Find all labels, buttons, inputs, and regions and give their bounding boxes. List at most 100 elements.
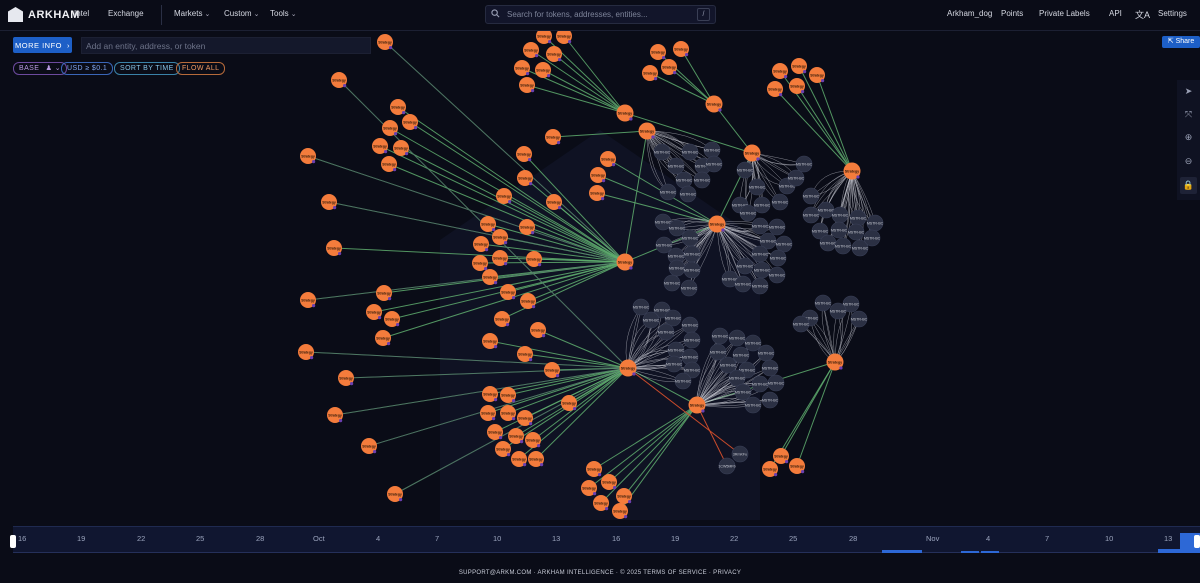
- chain-badge-icon: [333, 206, 337, 210]
- share-button[interactable]: ⇱ Share: [1162, 36, 1200, 48]
- zoom-out-icon[interactable]: ⊖: [1180, 153, 1197, 170]
- nav-private-labels[interactable]: Private Labels: [1039, 9, 1090, 18]
- chain-badge-icon: [548, 40, 552, 44]
- entity-node-label: Strategy: [301, 298, 315, 302]
- entity-node-label: Strategy: [497, 194, 511, 198]
- address-node-label: MSTR-BC: [733, 354, 750, 358]
- lock-icon[interactable]: 🔒: [1180, 177, 1197, 194]
- address-node-label: MSTR-BC: [752, 253, 769, 257]
- inflow-edge: [563, 35, 626, 114]
- timeline-start-handle[interactable]: [10, 535, 16, 548]
- chain-badge-icon: [568, 40, 572, 44]
- address-node-label: MSTR-BC: [851, 318, 868, 322]
- entity-node-label: Strategy: [536, 68, 550, 72]
- entity-node-label: Strategy: [493, 235, 507, 239]
- chain-badge-icon: [508, 200, 512, 204]
- add-entity-input[interactable]: [81, 37, 371, 54]
- base-filter-chip[interactable]: BASE ♟ ⌄: [13, 62, 67, 75]
- address-node-label: MSTR-BC: [633, 306, 650, 310]
- sort-by-time-chip[interactable]: SORT BY TIME: [114, 62, 180, 75]
- timeline-end-handle[interactable]: [1194, 535, 1200, 548]
- address-node-label: MSTR-BC: [737, 265, 754, 269]
- timeline-tick-label: 4: [376, 534, 381, 543]
- fit-icon[interactable]: ⤧: [1180, 106, 1197, 123]
- chain-badge-icon: [785, 460, 789, 464]
- address-node-label: MSTR-BC: [710, 351, 727, 355]
- timeline-tick-label: 22: [137, 534, 146, 543]
- chain-badge-icon: [558, 206, 562, 210]
- entity-node-label: Strategy: [495, 317, 509, 321]
- activity-bar: [882, 550, 922, 553]
- entity-node-label: Strategy: [594, 501, 608, 505]
- nav-settings[interactable]: Settings: [1158, 9, 1187, 18]
- address-node-label: MSTR-BC: [769, 226, 786, 230]
- timeline-tick-label: 28: [849, 534, 858, 543]
- address-node-label: MSTR-BC: [658, 331, 675, 335]
- entity-node-label: Strategy: [473, 261, 487, 265]
- chain-badge-icon: [494, 281, 498, 285]
- more-info-label: MORE INFO: [15, 40, 62, 50]
- entity-node-label: Strategy: [378, 40, 392, 44]
- entity-node-label: Strategy: [373, 144, 387, 148]
- timeline-tick-label: 7: [1045, 534, 1050, 543]
- chain-badge-icon: [388, 297, 392, 301]
- nav-points[interactable]: Points: [1001, 9, 1023, 18]
- address-node-label: MSTR-BC: [684, 269, 701, 273]
- address-node-label: MSTR-BC: [704, 149, 721, 153]
- nav-user-arkham-dog[interactable]: Arkham_dog: [947, 9, 992, 18]
- nav-intel[interactable]: Intel: [74, 9, 89, 18]
- chevron-down-icon: ⌄: [204, 11, 211, 18]
- chain-badge-icon: [839, 366, 843, 370]
- entity-graph-canvas[interactable]: MSTR-BC MSTR-BC MSTR-BC MSTR-BC MSTR-BC MSTR-…: [0, 0, 1200, 583]
- translate-icon[interactable]: 文A: [1135, 8, 1150, 21]
- chain-badge-icon: [531, 89, 535, 93]
- address-node-label: MSTR-BC: [772, 201, 789, 205]
- logo-text: ARKHAM: [28, 8, 80, 21]
- search-icon: [491, 9, 500, 18]
- activity-bar: [1158, 549, 1180, 553]
- inflow-edge: [796, 361, 836, 467]
- usd-filter-chip[interactable]: USD ≥ $0.1: [61, 62, 114, 75]
- entity-node-label: Strategy: [745, 151, 759, 155]
- timeline-slider[interactable]: 16 19 22 25 28 Oct 4 7 10 13 16 19 22 25 28 Nov 4 7 10 13: [10, 526, 1200, 553]
- search-input[interactable]: [507, 8, 677, 21]
- address-node-label: MSTR-BC: [712, 335, 729, 339]
- entity-node-label: Strategy: [707, 102, 721, 106]
- timeline-tick-label: 22: [730, 534, 739, 543]
- chain-badge-icon: [537, 444, 541, 448]
- nav-api[interactable]: API: [1109, 9, 1122, 18]
- nav-markets[interactable]: Markets ⌄: [174, 9, 210, 18]
- entity-node-label: Strategy: [537, 34, 551, 38]
- address-node-label: MSTR-BC: [745, 404, 762, 408]
- address-node-label: MSTR-BC: [852, 247, 869, 251]
- chain-badge-icon: [528, 158, 532, 162]
- nav-tools[interactable]: Tools ⌄: [270, 9, 297, 18]
- nav-custom[interactable]: Custom ⌄: [224, 9, 259, 18]
- global-search-box[interactable]: /: [485, 5, 716, 24]
- entity-node-label: Strategy: [524, 48, 538, 52]
- cursor-icon[interactable]: ➤: [1180, 83, 1197, 100]
- address-node-label: MSTR-BC: [832, 214, 849, 218]
- entity-node-label: Strategy: [546, 135, 560, 139]
- entity-node-label: Strategy: [557, 34, 571, 38]
- graph-tool-panel: ➤ ⤧ ⊕ ⊖ 🔒: [1177, 80, 1200, 200]
- arkham-logo[interactable]: ARKHAM: [8, 7, 80, 22]
- nav-exchange[interactable]: Exchange: [108, 9, 144, 18]
- address-node-label: MSTR-BC: [803, 214, 820, 218]
- flow-filter-chip[interactable]: FLOW ALL: [176, 62, 226, 75]
- timeline-tick-label: 16: [18, 534, 27, 543]
- entity-node-label: Strategy: [515, 66, 529, 70]
- entity-node-label: Strategy: [518, 176, 532, 180]
- zoom-in-icon[interactable]: ⊕: [1180, 129, 1197, 146]
- entity-node-label: Strategy: [501, 411, 515, 415]
- chain-badge-icon: [651, 135, 655, 139]
- address-node-label: MSTR-BC: [752, 383, 769, 387]
- entity-node-label: Strategy: [547, 200, 561, 204]
- address-node-label: MSTR-BC: [735, 283, 752, 287]
- entity-node-label: Strategy: [483, 275, 497, 279]
- entity-node-label: Strategy: [773, 69, 787, 73]
- more-info-button[interactable]: MORE INFO ›: [13, 37, 72, 53]
- chain-badge-icon: [629, 266, 633, 270]
- chain-badge-icon: [774, 473, 778, 477]
- address-node-label: MSTR-BC: [737, 169, 754, 173]
